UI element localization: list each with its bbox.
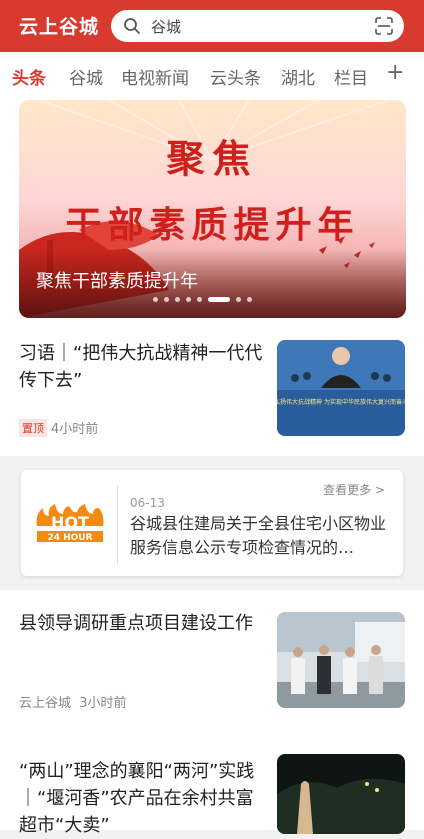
article-meta: 云上谷城 3小时前 <box>19 692 127 711</box>
carousel-dot <box>186 297 191 302</box>
carousel-dot <box>247 297 252 302</box>
tab-columns[interactable]: 栏目 <box>334 64 368 89</box>
search-input[interactable]: 谷城 <box>151 16 181 37</box>
hot-24-hour-logo: HOT 24 HOUR <box>36 504 104 543</box>
hot-divider <box>117 486 118 564</box>
svg-text:24 HOUR: 24 HOUR <box>47 533 92 543</box>
article-item[interactable]: “两山”理念的襄阳“两河”实践｜“堰河香”农产品在余村共富超市“大卖” <box>0 740 424 836</box>
article-thumbnail <box>277 754 405 834</box>
article-title: “两山”理念的襄阳“两河”实践｜“堰河香”农产品在余村共富超市“大卖” <box>19 761 255 836</box>
search-bar[interactable]: 谷城 <box>111 10 404 42</box>
carousel-dot-active <box>208 297 230 302</box>
tab-headlines[interactable]: 头条 <box>12 64 46 89</box>
article-item[interactable]: 县领导调研重点项目建设工作 云上谷城 3小时前 <box>0 590 424 724</box>
carousel-dot <box>175 297 180 302</box>
thumbnail-caption: 弘扬伟大抗战精神 为实现中华民族伟大复兴而奋斗 <box>277 398 405 406</box>
hot-24-hour-card[interactable]: HOT 24 HOUR 查看更多 > 06-13 谷城县住建局关于全县住宅小区物… <box>21 470 403 576</box>
search-icon <box>124 18 140 34</box>
carousel-dot <box>236 297 241 302</box>
banner-subheadline: 干部素质提升年 <box>65 204 360 246</box>
add-tab-button[interactable]: + <box>386 60 404 85</box>
article-thumbnail <box>277 612 405 708</box>
hot-headline: 谷城县住建局关于全县住宅小区物业服务信息公示专项检查情况的… <box>130 514 387 557</box>
svg-text:HOT: HOT <box>51 513 89 532</box>
article-item[interactable]: 习语｜“把伟大抗战精神一代代传下去” 置顶 4小时前 弘扬伟大抗战精神 为实现中华… <box>0 334 424 456</box>
article-time: 4小时前 <box>51 422 99 437</box>
banner-caption: 聚焦干部素质提升年 <box>36 271 198 292</box>
tab-hubei[interactable]: 湖北 <box>281 64 315 89</box>
article-source: 云上谷城 <box>19 696 72 711</box>
tab-tv-news[interactable]: 电视新闻 <box>121 64 189 89</box>
article-thumbnail: 弘扬伟大抗战精神 为实现中华民族伟大复兴而奋斗 <box>277 340 405 436</box>
article-title: 县领导调研重点项目建设工作 <box>19 613 253 634</box>
news-feed: 聚焦 干部素质提升年 聚焦干部素质提升年 习语｜“把伟大抗战精神一代代传下去” … <box>0 98 424 836</box>
article-title: 习语｜“把伟大抗战精神一代代传下去” <box>19 343 263 391</box>
hot-date: 06-13 <box>130 496 165 510</box>
article-time: 3小时前 <box>79 696 127 711</box>
carousel-dot <box>197 297 202 302</box>
carousel-dot <box>153 297 158 302</box>
article-meta: 置顶 4小时前 <box>19 418 98 437</box>
feed-divider <box>0 456 424 468</box>
app-header: 云上谷城 谷城 <box>0 0 424 52</box>
pinned-badge: 置顶 <box>19 419 47 437</box>
banner-headline: 聚焦 <box>166 136 259 181</box>
banner-carousel[interactable]: 聚焦 干部素质提升年 聚焦干部素质提升年 <box>19 100 406 318</box>
see-more-link[interactable]: 查看更多 > <box>323 481 385 498</box>
tab-gucheng[interactable]: 谷城 <box>69 64 103 89</box>
app-title: 云上谷城 <box>19 16 100 38</box>
carousel-dot <box>164 297 169 302</box>
channel-tabs: 头条 谷城 电视新闻 云头条 湖北 栏目 + <box>0 52 424 98</box>
scan-icon[interactable] <box>374 16 394 36</box>
tab-cloud-headlines[interactable]: 云头条 <box>210 64 261 89</box>
